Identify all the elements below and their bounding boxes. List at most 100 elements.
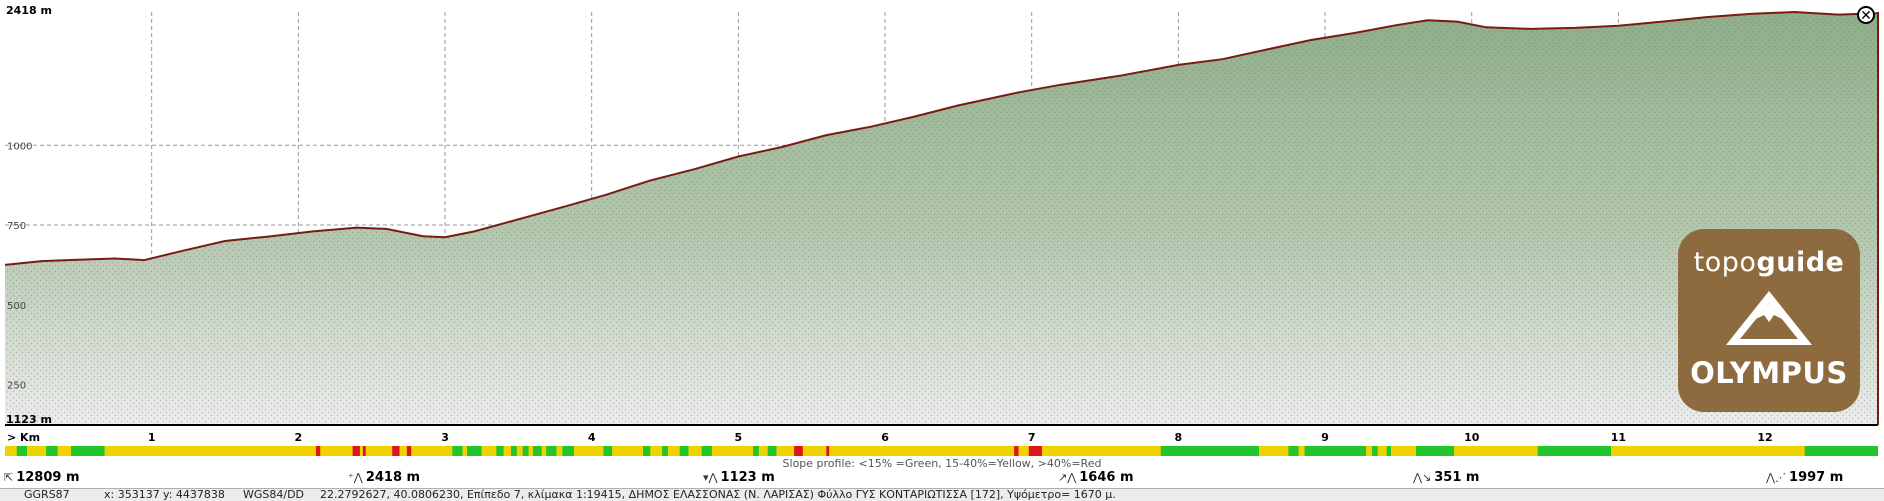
y-max-label: 2418 m xyxy=(6,4,52,17)
slope-segment-red xyxy=(406,446,412,456)
slope-segment-green xyxy=(1537,446,1612,456)
slope-segment-yellow xyxy=(541,446,547,456)
slope-segment-yellow xyxy=(104,446,316,456)
stat-ascent-value: 1646 m xyxy=(1079,470,1134,485)
logo-brand-light: topo xyxy=(1693,247,1757,278)
stat-max-elevation: ⁺⋀ 2418 m xyxy=(348,470,420,485)
slope-segment-yellow xyxy=(1041,446,1161,456)
x-tick-label: 4 xyxy=(588,431,596,444)
slope-segment-green xyxy=(467,446,482,456)
distance-icon: ⇱ xyxy=(4,471,14,484)
y-tick-label: 500 xyxy=(7,301,26,312)
slope-segment-green xyxy=(562,446,575,456)
slope-segment-yellow xyxy=(462,446,468,456)
slope-profile-caption: Slope profile: <15% =Green, 15-40%=Yello… xyxy=(783,457,1102,470)
status-y: y: 4437838 xyxy=(163,488,225,501)
slope-segment-green xyxy=(46,446,58,456)
logo-brand-bold: guide xyxy=(1756,247,1845,278)
slope-segment-green xyxy=(533,446,542,456)
slope-segment-yellow xyxy=(556,446,563,456)
mountain-icon xyxy=(1726,291,1812,345)
slope-segment-yellow xyxy=(1366,446,1372,456)
topoguide-logo: topoguide OLYMPUS xyxy=(1678,229,1860,412)
stat-last: ⋀⋰ 1997 m xyxy=(1766,470,1843,485)
slope-segment-yellow xyxy=(1454,446,1538,456)
close-icon[interactable]: ✕ xyxy=(1857,6,1875,24)
slope-segment-yellow xyxy=(1259,446,1289,456)
slope-segment-red xyxy=(826,446,830,456)
slope-segment-yellow xyxy=(1298,446,1305,456)
slope-segment-red xyxy=(392,446,400,456)
slope-segment-red xyxy=(1014,446,1019,456)
slope-segment-yellow xyxy=(758,446,768,456)
descent-icon: ⋀↘ xyxy=(1413,471,1432,484)
status-wgs: WGS84/DD xyxy=(243,488,305,501)
slope-segment-yellow xyxy=(359,446,363,456)
status-bar: GGRS87 x: 353137 y: 4437838 WGS84/DD 22.… xyxy=(0,488,1884,501)
slope-segment-green xyxy=(662,446,668,456)
slope-segment-yellow xyxy=(516,446,523,456)
slope-segment-green xyxy=(603,446,613,456)
slope-segment-yellow xyxy=(802,446,827,456)
slope-segment-yellow xyxy=(57,446,72,456)
slope-segment-green xyxy=(496,446,504,456)
slope-profile-bar xyxy=(5,446,1878,456)
slope-segment-green xyxy=(16,446,28,456)
last-icon: ⋀⋰ xyxy=(1766,471,1787,484)
slope-segment-yellow xyxy=(411,446,453,456)
stat-last-value: 1997 m xyxy=(1789,470,1844,485)
stat-descent-value: 351 m xyxy=(1434,470,1480,485)
elevation-profile-chart[interactable]: 2505007501000 > Km 1 2 3 4 5 6 7 8 9 10 11 12 Slope… xyxy=(0,0,1884,500)
slope-segment-red xyxy=(352,446,360,456)
ascent-icon: ↗⋀ xyxy=(1058,471,1077,484)
status-datum: GGRS87 xyxy=(24,488,70,501)
x-tick-label: 11 xyxy=(1611,431,1626,444)
slope-segment-green xyxy=(1288,446,1299,456)
slope-segment-yellow xyxy=(829,446,1015,456)
x-tick-label: 1 xyxy=(148,431,156,444)
stat-descent: ⋀↘ 351 m xyxy=(1413,470,1479,485)
slope-segment-green xyxy=(1804,446,1878,456)
slope-segment-green xyxy=(511,446,517,456)
x-axis: > Km 1 2 3 4 5 6 7 8 9 10 11 12 xyxy=(7,431,1773,444)
stat-min-elevation-value: 1123 m xyxy=(720,470,775,485)
slope-segment-yellow xyxy=(1391,446,1416,456)
slope-segment-red xyxy=(794,446,803,456)
x-tick-label: 9 xyxy=(1321,431,1329,444)
x-tick-label: 8 xyxy=(1175,431,1183,444)
slope-segment-yellow xyxy=(711,446,754,456)
slope-segment-red xyxy=(315,446,321,456)
min-elevation-icon: ▾⋀ xyxy=(703,471,718,484)
slope-segment-yellow xyxy=(1018,446,1029,456)
x-tick-label: 10 xyxy=(1464,431,1480,444)
stat-min-elevation: ▾⋀ 1123 m xyxy=(703,470,775,485)
x-unit-label: > Km xyxy=(7,431,40,444)
y-min-label: 1123 m xyxy=(6,413,52,426)
slope-segment-green xyxy=(1386,446,1392,456)
slope-segment-green xyxy=(767,446,777,456)
slope-segment-green xyxy=(71,446,105,456)
stat-max-elevation-value: 2418 m xyxy=(365,470,421,485)
slope-segment-yellow xyxy=(688,446,702,456)
slope-segment-yellow xyxy=(1611,446,1805,456)
slope-segment-yellow xyxy=(574,446,604,456)
slope-segment-green xyxy=(546,446,557,456)
stat-distance: ⇱ 12809 m xyxy=(4,470,80,485)
slope-segment-yellow xyxy=(365,446,393,456)
slope-segment-yellow xyxy=(503,446,512,456)
slope-segment-green xyxy=(1371,446,1378,456)
status-x: x: 353137 xyxy=(104,488,160,501)
slope-segment-red xyxy=(362,446,366,456)
slope-segment-yellow xyxy=(528,446,534,456)
slope-segment-green xyxy=(1415,446,1455,456)
slope-segment-yellow xyxy=(5,446,17,456)
x-tick-label: 12 xyxy=(1757,431,1772,444)
stat-ascent: ↗⋀ 1646 m xyxy=(1058,470,1134,485)
slope-segment-green xyxy=(701,446,712,456)
x-tick-label: 7 xyxy=(1028,431,1036,444)
x-tick-label: 3 xyxy=(441,431,449,444)
slope-segment-green xyxy=(452,446,463,456)
slope-segment-yellow xyxy=(776,446,795,456)
slope-segment-green xyxy=(643,446,651,456)
slope-segment-yellow xyxy=(612,446,644,456)
